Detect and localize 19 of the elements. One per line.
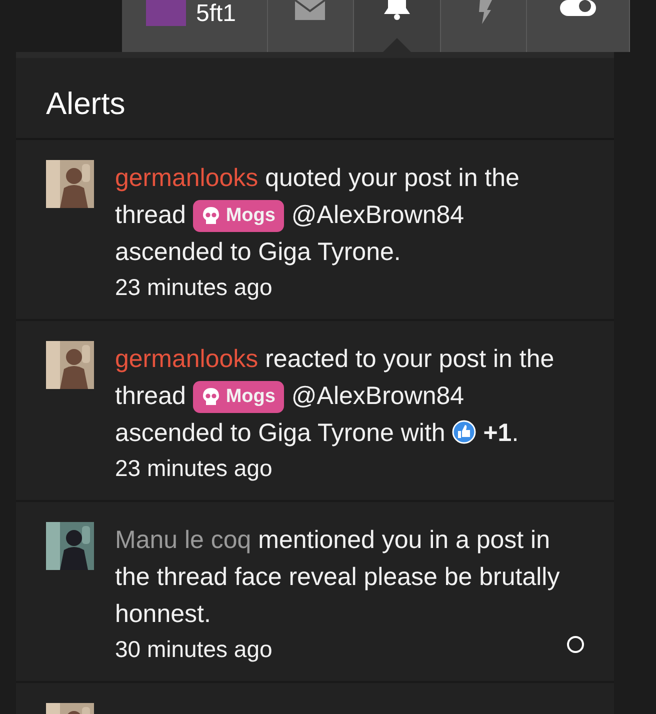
skull-icon bbox=[202, 388, 220, 406]
alert-text: Manu le coq mentioned you in a post in the thread face reveal please be brutally honnest. bbox=[115, 525, 561, 630]
thread-tag[interactable]: Mogs bbox=[192, 381, 284, 414]
bell-icon bbox=[382, 0, 411, 20]
alert-time: 30 minutes ago bbox=[115, 635, 272, 664]
username[interactable]: 5ft1 bbox=[196, 0, 236, 28]
alert-text: germanlooks reacted to your post in the thread Mogs @AlexBrown84 ascended to Giga Tyrone with +1. bbox=[115, 344, 556, 449]
alert-text: germanlooks quoted your post in the thread Mogs @AlexBrown84 ascended to Giga Tyrone. bbox=[115, 163, 520, 268]
thumbs-up-icon bbox=[452, 420, 476, 444]
panel-title: Alerts bbox=[16, 58, 614, 140]
mark-read-toggle[interactable] bbox=[567, 636, 584, 653]
skull-icon bbox=[202, 207, 220, 226]
nav-tab[interactable] bbox=[354, 0, 441, 52]
username-link[interactable]: Manu le coq bbox=[115, 526, 252, 554]
username-link[interactable]: germanlooks bbox=[115, 164, 258, 192]
alert-time: 23 minutes ago bbox=[115, 273, 272, 302]
alert-time: 23 minutes ago bbox=[115, 454, 272, 483]
username-link[interactable]: germanlooks bbox=[115, 345, 258, 373]
thread-tag[interactable]: Mogs bbox=[192, 200, 284, 232]
